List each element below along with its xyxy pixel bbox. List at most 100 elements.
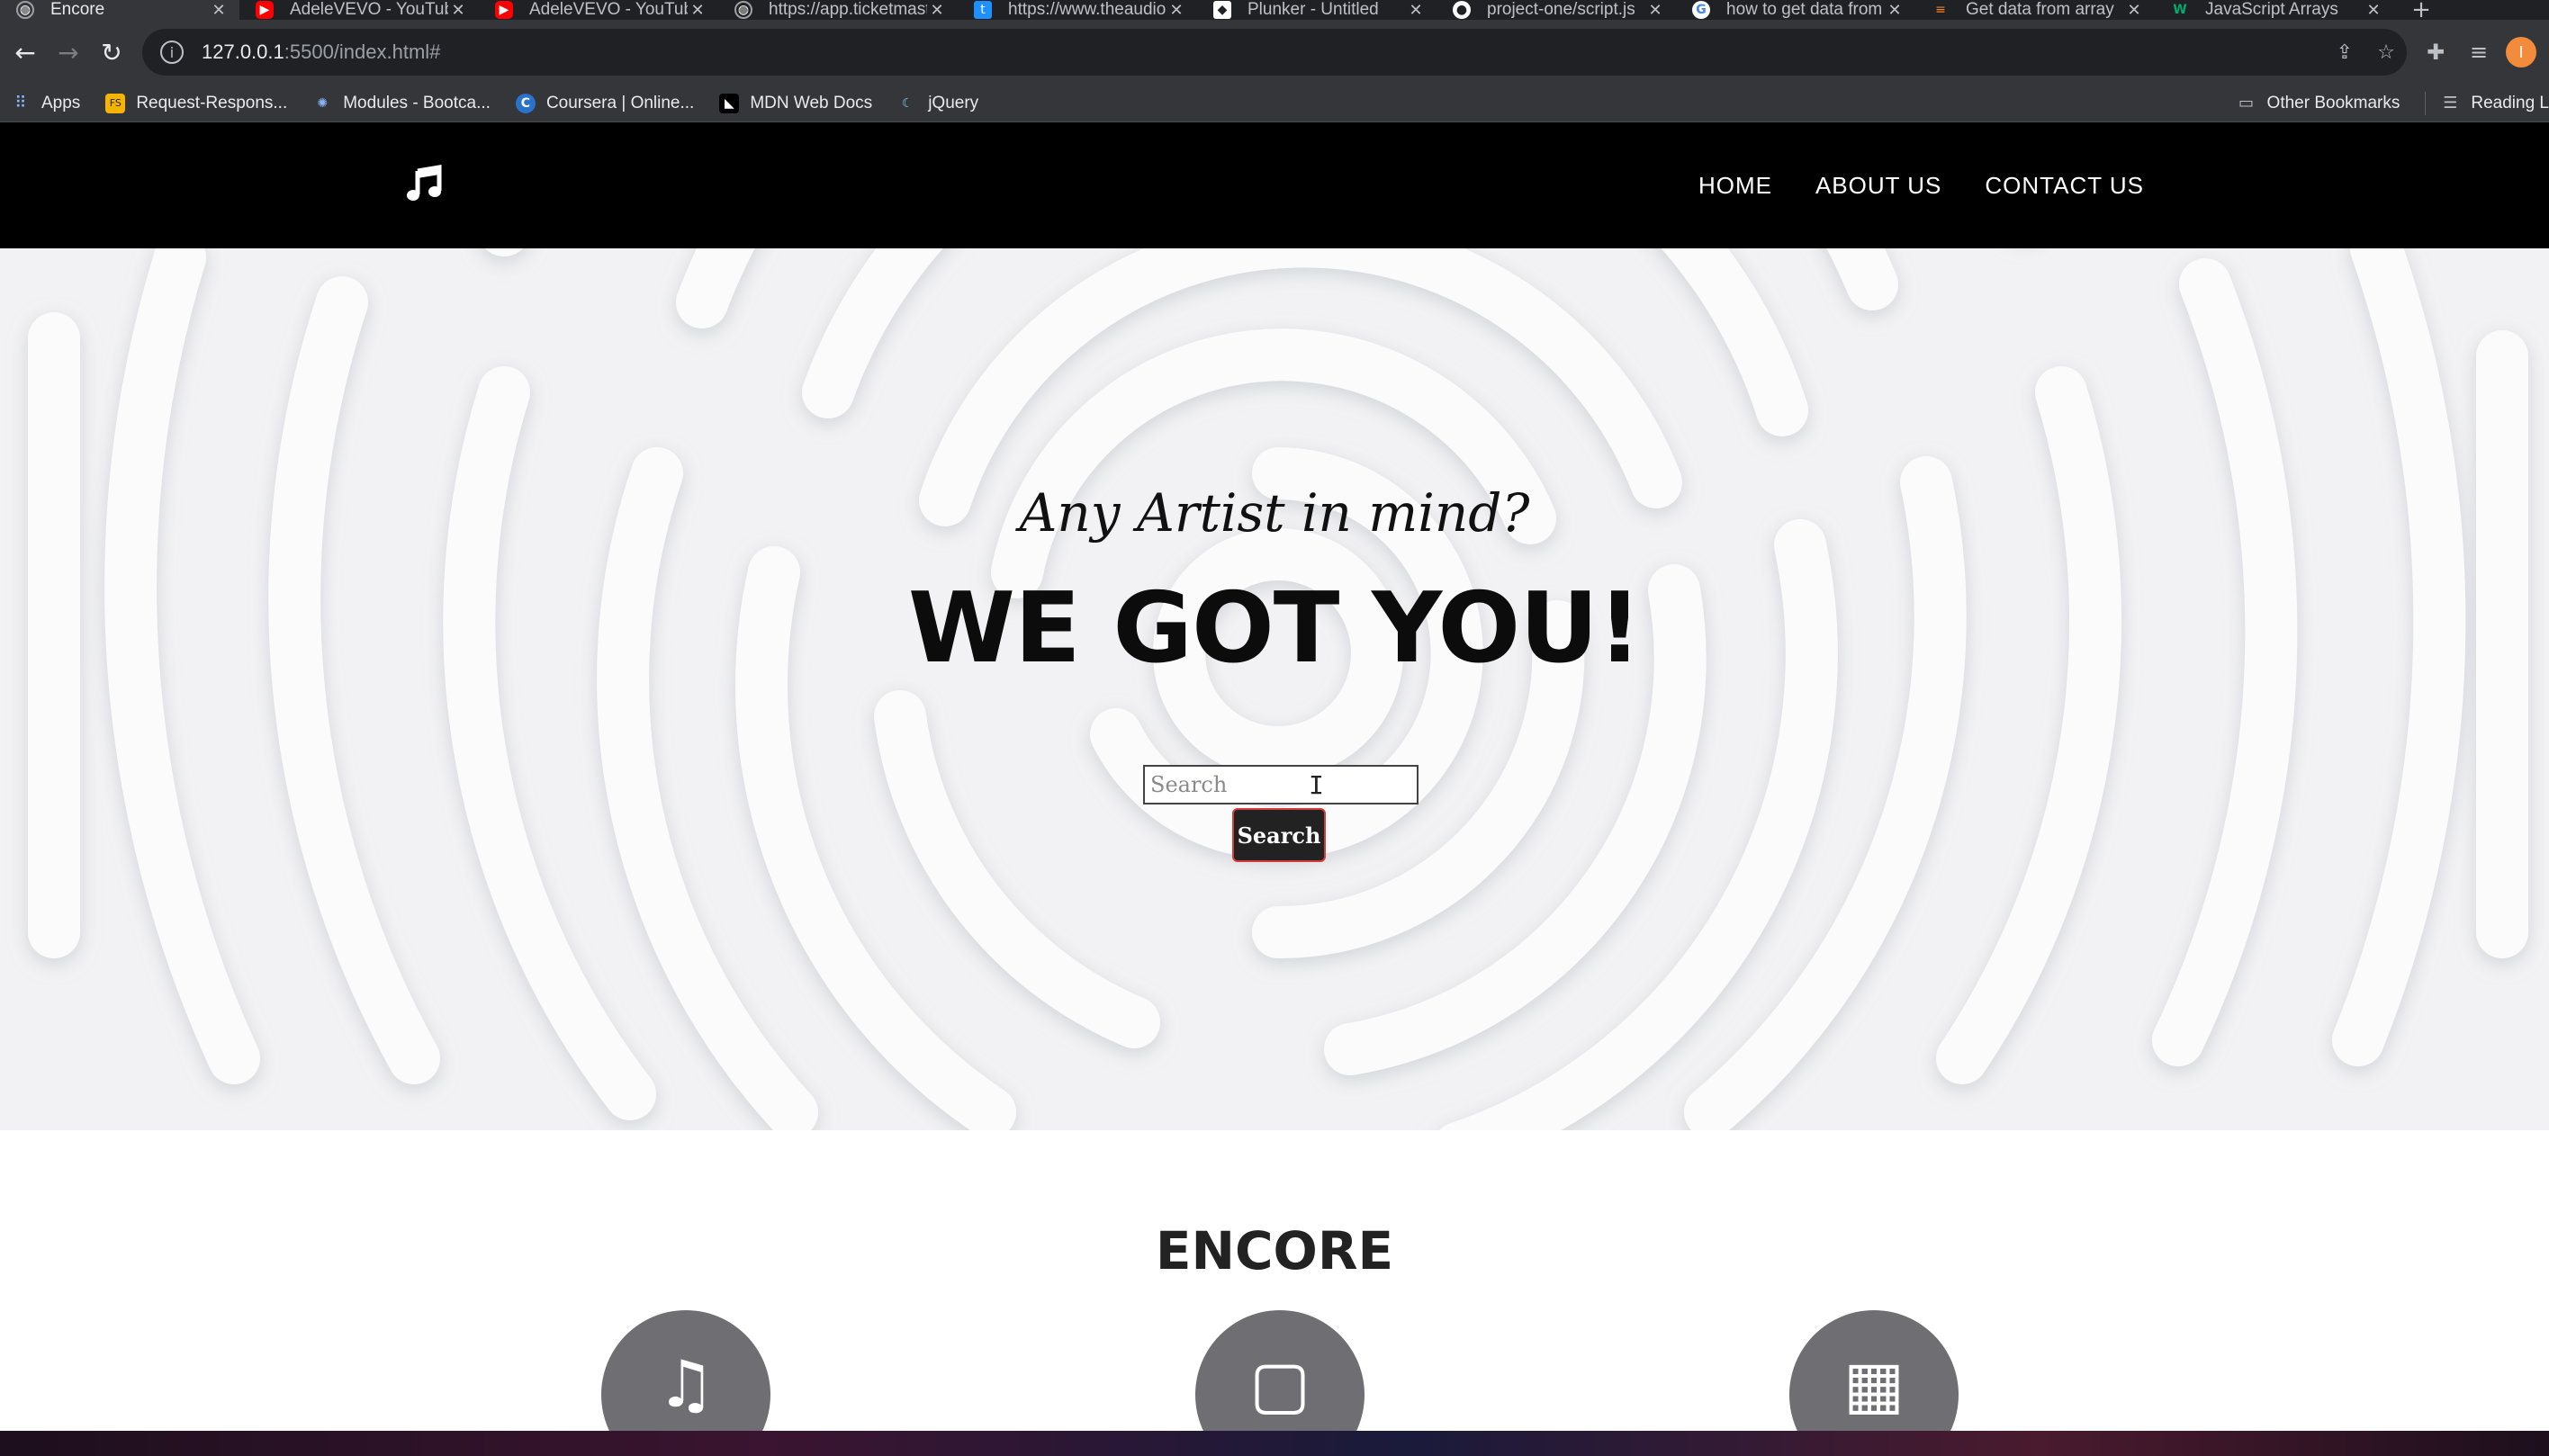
jquery-icon: ☾ [901, 95, 914, 111]
reading-list[interactable]: ☰ Reading L [2440, 94, 2549, 113]
section-heading: ENCORE [1155, 1220, 1394, 1281]
tab-title: AdeleVEVO - YouTube [290, 0, 448, 19]
reading-list-icon: ☰ [2443, 94, 2458, 112]
bookmark-label: Modules - Bootca... [343, 93, 491, 112]
text-cursor-icon: I [1309, 770, 1324, 800]
bookmark-label: Request-Respons... [136, 93, 288, 112]
close-icon[interactable]: ✕ [448, 1, 468, 20]
tab-title: how to get data from [1726, 0, 1883, 19]
bookmark-jquery[interactable]: ☾ jQuery [897, 94, 978, 113]
tab-stackoverflow[interactable]: ≡ Get data from array ✕ [1915, 0, 2155, 20]
tab-w3schools[interactable]: W JavaScript Arrays ✕ [2155, 0, 2394, 20]
bookmark-label: Apps [41, 93, 81, 112]
bookmark-mdn[interactable]: ◣ MDN Web Docs [719, 93, 873, 113]
tab-github[interactable]: ● project-one/script.js ✕ [1437, 0, 1676, 20]
bookmark-label: jQuery [928, 93, 979, 112]
back-icon[interactable]: ← [4, 31, 47, 74]
coursera-icon: C [515, 93, 536, 113]
new-tab-button[interactable]: + [2394, 0, 2448, 20]
site-navbar: HOME ABOUT US CONTACT US [0, 122, 2549, 248]
tab-title: project-one/script.js [1487, 0, 1635, 19]
tadb-icon: t [974, 1, 992, 19]
music-logo-icon[interactable] [405, 164, 446, 205]
bookmark-label: Reading L [2471, 93, 2549, 112]
w3schools-icon: W [2173, 3, 2187, 17]
bookmark-request-response[interactable]: FS Request-Respons... [105, 93, 288, 113]
nav-links: HOME ABOUT US CONTACT US [1655, 122, 2144, 248]
hero-section: Any Artist in mind? WE GOT YOU! I Search [0, 248, 2549, 1130]
github-icon: ● [1453, 1, 1471, 19]
monitor-icon: ▢ [1248, 1346, 1311, 1422]
tab-title: Encore [50, 0, 105, 19]
browser-toolbar: ← → ↻ i 127.0.0.1:5500/index.html# ⇪ ☆ ✚… [0, 20, 2549, 85]
youtube-icon: ▶ [256, 1, 274, 19]
close-icon[interactable]: ✕ [2364, 1, 2383, 20]
globe-icon: ◍ [16, 1, 34, 19]
share-icon[interactable]: ⇪ [2324, 31, 2365, 73]
extensions-icon[interactable]: ✚ [2414, 31, 2457, 74]
close-icon[interactable]: ✕ [1645, 1, 1665, 20]
bookmark-apps[interactable]: ⠿ Apps [11, 94, 80, 113]
artist-search-input[interactable] [1143, 765, 1419, 804]
feature-circle-music: ♫ [601, 1310, 770, 1431]
folder-icon: ▭ [2238, 94, 2255, 112]
globe-icon: ◍ [734, 1, 752, 19]
tab-theaudiodb[interactable]: t https://www.theaudiodb ✕ [958, 0, 1197, 20]
url-text[interactable]: 127.0.0.1:5500/index.html# [202, 40, 2324, 64]
feature-circle-calendar: ▦ [1789, 1310, 1959, 1431]
bookmark-star-icon[interactable]: ☆ [2365, 31, 2407, 73]
tab-title: AdeleVEVO - YouTube [529, 0, 688, 19]
apps-grid-icon: ⠿ [14, 94, 27, 112]
nav-contact-us[interactable]: CONTACT US [1985, 172, 2144, 200]
feature-circle-monitor: ▢ [1195, 1310, 1365, 1431]
bookmarks-bar: ⠿ Apps FS Request-Respons... ✺ Modules -… [0, 85, 2549, 122]
url-path: :5500/index.html# [284, 40, 441, 63]
web-page: HOME ABOUT US CONTACT US Any Artist in m… [0, 122, 2549, 1431]
bookmark-modules-bootcamp[interactable]: ✺ Modules - Bootca... [312, 94, 491, 113]
bookmark-label: Coursera | Online... [545, 93, 695, 112]
youtube-icon: ▶ [495, 1, 513, 19]
tab-encore[interactable]: ◍ Encore ✕ [0, 0, 239, 20]
tab-youtube-1[interactable]: ▶ AdeleVEVO - YouTube ✕ [239, 0, 479, 20]
bookmark-label: MDN Web Docs [750, 93, 873, 112]
desktop-wallpaper-strip [0, 1431, 2549, 1456]
request-icon: FS [105, 93, 126, 113]
plunker-icon: ◆ [1213, 1, 1231, 19]
other-bookmarks-folder[interactable]: ▭ Other Bookmarks [2237, 94, 2400, 113]
close-icon[interactable]: ✕ [1885, 1, 1905, 20]
profile-avatar[interactable]: I [2506, 37, 2536, 67]
address-bar[interactable]: i 127.0.0.1:5500/index.html# ⇪ ☆ [142, 29, 2407, 76]
info-icon[interactable]: i [160, 40, 184, 64]
close-icon[interactable]: ✕ [209, 1, 229, 20]
calendar-icon: ▦ [1842, 1346, 1905, 1422]
tab-google[interactable]: G how to get data from ✕ [1676, 0, 1915, 20]
tab-title: https://app.ticketmaster [769, 0, 927, 19]
close-icon[interactable]: ✕ [688, 1, 707, 20]
about-section: ENCORE ♫ ▢ ▦ [0, 1130, 2549, 1431]
tab-title: Get data from array [1966, 0, 2114, 19]
modules-icon: ✺ [317, 95, 329, 111]
close-icon[interactable]: ✕ [1406, 1, 1426, 20]
google-icon: G [1692, 1, 1710, 19]
close-icon[interactable]: ✕ [927, 1, 947, 20]
divider [2425, 91, 2427, 115]
close-icon[interactable]: ✕ [1166, 1, 1186, 20]
nav-about-us[interactable]: ABOUT US [1815, 172, 1941, 200]
tab-title: Plunker - Untitled [1247, 0, 1379, 19]
nav-home[interactable]: HOME [1698, 172, 1772, 200]
reload-icon[interactable]: ↻ [90, 31, 133, 74]
close-icon[interactable]: ✕ [2124, 1, 2144, 20]
tab-title: https://www.theaudiodb [1008, 0, 1166, 19]
tab-ticketmaster[interactable]: ◍ https://app.ticketmaster ✕ [718, 0, 958, 20]
search-button[interactable]: Search [1232, 808, 1326, 862]
fingerprint-background [28, 248, 2528, 1130]
tab-strip: ◍ Encore ✕ ▶ AdeleVEVO - YouTube ✕ ▶ Ade… [0, 0, 2549, 20]
bookmark-coursera[interactable]: C Coursera | Online... [515, 93, 695, 113]
forward-icon[interactable]: → [47, 31, 90, 74]
tab-youtube-2[interactable]: ▶ AdeleVEVO - YouTube ✕ [479, 0, 718, 20]
mdn-icon: ◣ [719, 93, 740, 113]
bookmark-label: Other Bookmarks [2266, 93, 2400, 112]
media-controls-icon[interactable]: ≡ [2457, 31, 2500, 74]
tab-title: JavaScript Arrays [2205, 0, 2338, 19]
tab-plunker[interactable]: ◆ Plunker - Untitled ✕ [1197, 0, 1437, 20]
